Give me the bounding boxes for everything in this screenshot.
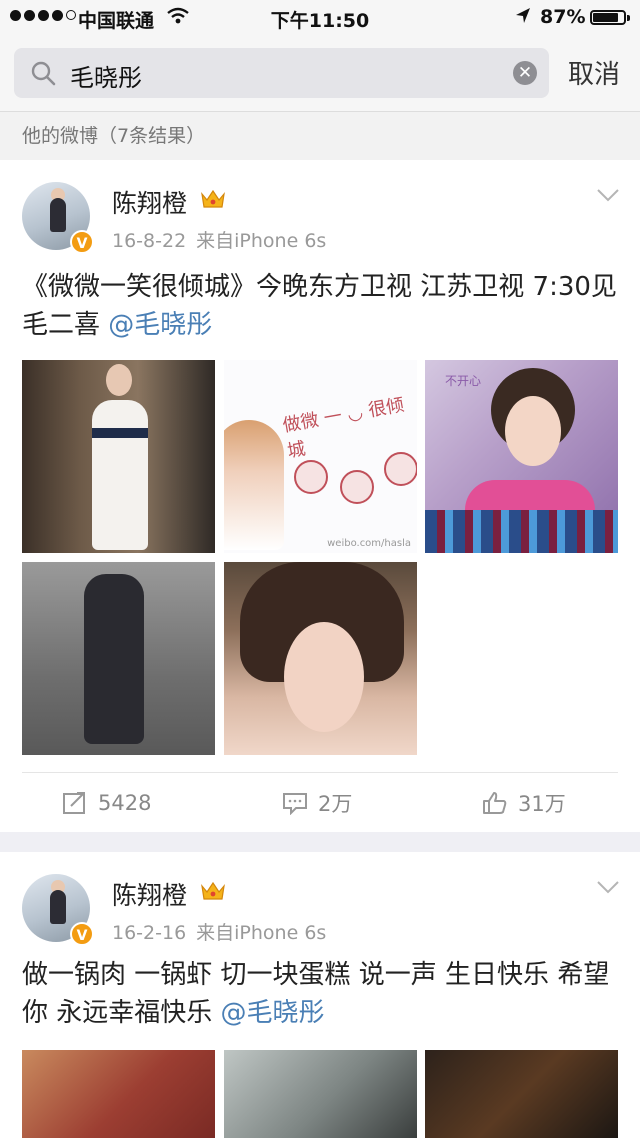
verified-badge-icon: V: [70, 922, 94, 946]
post-photo[interactable]: [224, 562, 417, 755]
repost-button[interactable]: 5428: [62, 788, 151, 818]
post-source: 来自iPhone 6s: [196, 922, 327, 944]
chevron-down-icon[interactable]: [596, 880, 620, 894]
like-count: 31万: [518, 792, 566, 816]
status-bar: 中国联通 下午11:50 87%: [0, 0, 640, 36]
comment-button[interactable]: 2万: [282, 788, 352, 818]
search-bar: 毛晓彤 ✕ 取消: [0, 36, 640, 112]
battery-percentage: 87%: [540, 6, 586, 28]
divider: [22, 772, 618, 773]
thumbs-up-icon: [483, 792, 507, 814]
photo-caption: 不开心: [445, 374, 482, 388]
username[interactable]: 陈翔橙: [112, 184, 187, 220]
search-query-text: 毛晓彤: [70, 64, 142, 92]
clear-search-icon[interactable]: ✕: [513, 61, 537, 85]
post-meta: 16-8-22 来自iPhone 6s: [112, 226, 326, 253]
post-photo[interactable]: [22, 360, 215, 553]
repost-count: 5428: [98, 791, 152, 815]
mention-link[interactable]: @毛晓彤: [221, 998, 325, 1028]
crown-icon: [201, 881, 225, 900]
comment-count: 2万: [318, 792, 353, 816]
post-photo[interactable]: [425, 1050, 618, 1138]
post-date: 16-8-22: [112, 230, 187, 252]
verified-badge-icon: V: [70, 230, 94, 254]
post-meta: 16-2-16 来自iPhone 6s: [112, 918, 326, 945]
weibo-post[interactable]: V 陈翔橙 16-8-22 来自iPhone 6s 《微微一笑很倾城》今晚东方卫视…: [0, 160, 640, 832]
post-text: 《微微一笑很倾城》今晚东方卫视 江苏卫视 7:30见 毛二喜 @毛晓彤: [22, 268, 622, 344]
username[interactable]: 陈翔橙: [112, 876, 187, 912]
repost-icon: [63, 792, 85, 814]
photo-watermark: weibo.com/hasla: [327, 538, 411, 549]
post-photo[interactable]: [224, 1050, 417, 1138]
comment-icon: [283, 793, 307, 815]
weibo-post[interactable]: V 陈翔橙 16-2-16 来自iPhone 6s 做一锅肉 一锅虾 切一块蛋糕 …: [0, 852, 640, 1138]
search-input[interactable]: 毛晓彤 ✕: [14, 48, 549, 98]
post-source: 来自iPhone 6s: [196, 230, 327, 252]
post-photo[interactable]: 做微 一 ◡ 很倾城 weibo.com/hasla: [224, 360, 417, 553]
post-photo[interactable]: [22, 1050, 215, 1138]
search-icon: [31, 61, 56, 86]
chevron-down-icon[interactable]: [596, 188, 620, 202]
post-photo[interactable]: 不开心: [425, 360, 618, 553]
post-date: 16-2-16: [112, 922, 187, 944]
post-photo[interactable]: [22, 562, 215, 755]
post-text: 做一锅肉 一锅虾 切一块蛋糕 说一声 生日快乐 希望你 永远幸福快乐 @毛晓彤: [22, 956, 622, 1032]
like-button[interactable]: 31万: [482, 788, 566, 818]
crown-icon: [201, 189, 225, 208]
battery-icon: [590, 10, 630, 25]
results-section-header: 他的微博（7条结果）: [0, 112, 640, 160]
mention-link[interactable]: @毛晓彤: [108, 310, 212, 340]
cancel-button[interactable]: 取消: [568, 54, 620, 91]
location-arrow-icon: [514, 6, 532, 31]
